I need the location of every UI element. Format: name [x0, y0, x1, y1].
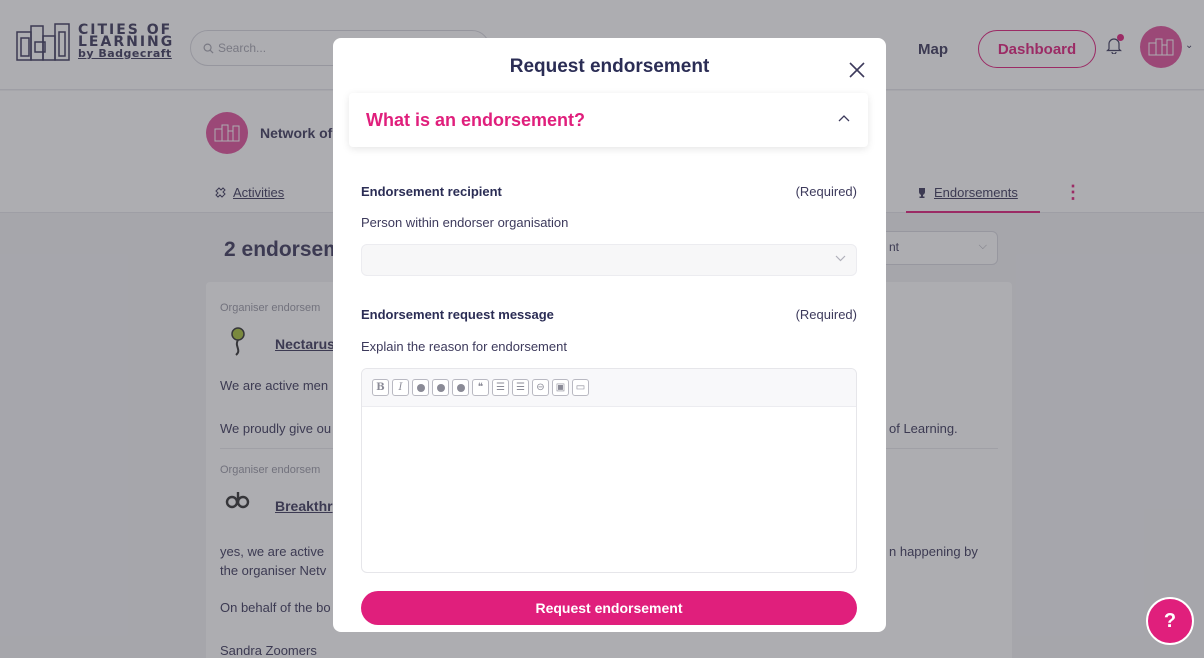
- heading-1-icon[interactable]: [412, 379, 429, 396]
- message-rich-text-editor: B I ❝ ☰ ☰ ⊖ ▣ ▭: [361, 368, 857, 573]
- quote-icon[interactable]: ❝: [472, 379, 489, 396]
- chevron-down-icon: [835, 255, 846, 262]
- chevron-up-icon[interactable]: [837, 114, 851, 123]
- close-icon[interactable]: [847, 60, 867, 80]
- italic-icon[interactable]: I: [392, 379, 409, 396]
- heading-3-icon[interactable]: [452, 379, 469, 396]
- image-icon[interactable]: ▣: [552, 379, 569, 396]
- link-icon[interactable]: ⊖: [532, 379, 549, 396]
- request-endorsement-dialog: Request endorsement What is an endorseme…: [333, 38, 886, 632]
- message-required-indicator: (Required): [795, 307, 857, 322]
- request-endorsement-button[interactable]: Request endorsement: [361, 591, 857, 625]
- accordion-title: What is an endorsement?: [366, 110, 586, 130]
- message-textarea[interactable]: [362, 407, 856, 572]
- help-button[interactable]: ?: [1146, 597, 1194, 645]
- heading-2-icon[interactable]: [432, 379, 449, 396]
- recipient-required-indicator: (Required): [795, 184, 857, 199]
- recipient-hint: Person within endorser organisation: [361, 215, 569, 230]
- video-icon[interactable]: ▭: [572, 379, 589, 396]
- message-hint: Explain the reason for endorsement: [361, 339, 567, 354]
- editor-toolbar: B I ❝ ☰ ☰ ⊖ ▣ ▭: [362, 369, 856, 407]
- numbered-list-icon[interactable]: ☰: [512, 379, 529, 396]
- bullet-list-icon[interactable]: ☰: [492, 379, 509, 396]
- bold-icon[interactable]: B: [372, 379, 389, 396]
- recipient-label: Endorsement recipient: [361, 184, 502, 199]
- message-label: Endorsement request message: [361, 307, 554, 322]
- recipient-select[interactable]: [361, 244, 857, 276]
- what-is-endorsement-accordion[interactable]: What is an endorsement?: [349, 93, 868, 147]
- dialog-title: Request endorsement: [509, 56, 710, 77]
